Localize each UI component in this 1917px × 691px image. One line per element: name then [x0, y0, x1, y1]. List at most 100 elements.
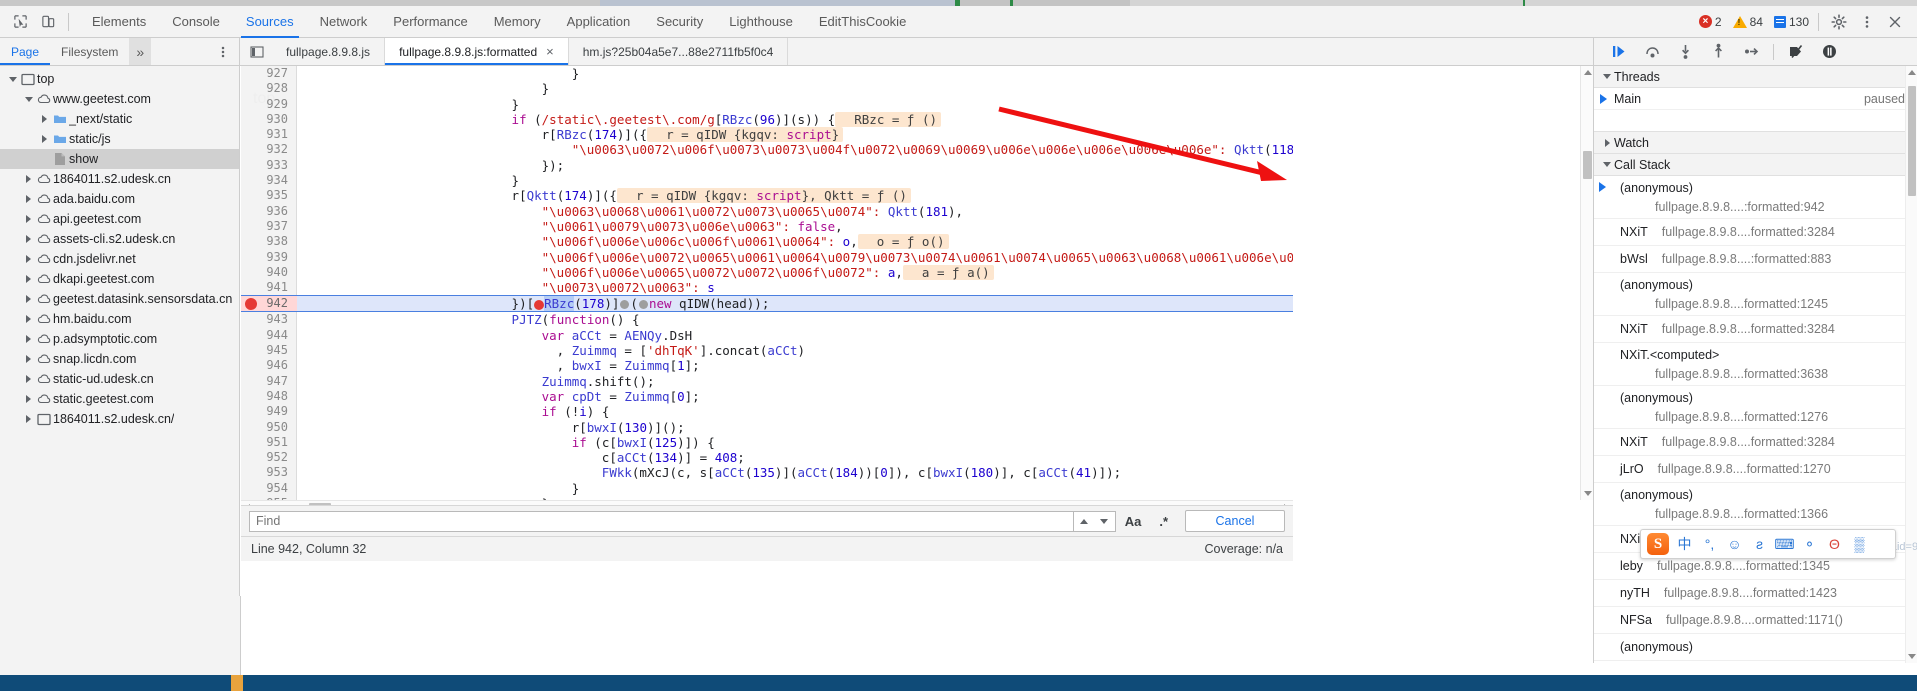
chevron-right-icon[interactable]	[22, 255, 35, 263]
coverage-status[interactable]: Coverage: n/a	[1204, 542, 1283, 556]
line-number[interactable]: 940	[241, 265, 297, 280]
code-line[interactable]: 939 "\u006f\u006e\u0072\u0065\u0061\u0064…	[241, 250, 1293, 265]
call-stack-row[interactable]: NXiT fullpage.8.9.8....formatted:3284	[1594, 316, 1917, 343]
deactivate-breakpoints-icon[interactable]	[1785, 41, 1807, 63]
tree-item-assets-cli-s2-udesk-cn[interactable]: assets-cli.s2.udesk.cn	[0, 229, 239, 249]
call-stack-row[interactable]: (anonymous) fullpage.8.9.8....formatted:1…	[1594, 273, 1917, 316]
code-line[interactable]: 947 Zuimmq.shift();	[241, 374, 1293, 389]
gear-icon[interactable]	[1825, 8, 1853, 36]
tab-elements[interactable]: Elements	[79, 6, 159, 38]
code-line[interactable]: 931 r[RBzc(174)]({ r = qIDW {kgqv: script…	[241, 127, 1293, 143]
line-number[interactable]: 941	[241, 280, 297, 295]
scrollbar-thumb[interactable]	[1908, 86, 1916, 196]
close-icon[interactable]: ×	[546, 44, 554, 59]
tree-item-static-js[interactable]: static/js	[0, 129, 239, 149]
navigator-more-tabs-icon[interactable]: »	[129, 38, 152, 65]
call-stack-row[interactable]: bWsl fullpage.8.9.8....:formatted:883	[1594, 246, 1917, 273]
code-line[interactable]: 935 r[Qktt(174)]({ r = qIDW {kgqv: script…	[241, 188, 1293, 204]
code-line[interactable]: 952 c[aCCt(134)] = 408;	[241, 450, 1293, 465]
chevron-right-icon[interactable]	[22, 375, 35, 383]
code-line[interactable]: 929}	[241, 97, 1293, 112]
tab-console[interactable]: Console	[159, 6, 233, 38]
chevron-down-icon[interactable]	[1100, 518, 1109, 524]
call-stack-row[interactable]: (anonymous)	[1594, 634, 1917, 661]
code-line[interactable]: 948 var cpDt = Zuimmq[0];	[241, 389, 1293, 404]
chinese-mode-icon[interactable]: 中	[1675, 535, 1694, 554]
fullwidth-punctuation-icon[interactable]: °,	[1700, 535, 1719, 554]
navigator-tab-filesystem[interactable]: Filesystem	[50, 38, 129, 65]
tab-network[interactable]: Network	[307, 6, 381, 38]
line-number[interactable]: 927	[241, 66, 297, 81]
match-case-button[interactable]: Aa	[1116, 514, 1151, 529]
chevron-right-icon[interactable]	[22, 295, 35, 303]
chevron-right-icon[interactable]	[22, 395, 35, 403]
code-line[interactable]: 945, Zuimmq = ['dhTqK'].concat(aCCt)	[241, 343, 1293, 358]
scroll-down-icon[interactable]	[1584, 491, 1592, 496]
source-code-editor[interactable]: top 927} 928} 929} 930 if (/static\.geetest\…	[241, 66, 1293, 500]
device-toolbar-icon[interactable]	[34, 8, 62, 36]
code-line-current[interactable]: 942})[RBzc(178)](new qIDW(head));	[241, 295, 1293, 313]
voice-input-icon[interactable]: ƨ	[1750, 535, 1769, 554]
tree-item-1864011-s2-udesk-cn-[interactable]: 1864011.s2.udesk.cn/	[0, 409, 239, 429]
scroll-up-icon[interactable]	[1584, 70, 1592, 75]
code-line[interactable]: 936 "\u0063\u0068\u0061\u0072\u0073\u0065…	[241, 204, 1293, 219]
call-stack-list[interactable]: (anonymous) fullpage.8.9.8....:formatted:…	[1594, 176, 1917, 661]
call-stack-row[interactable]: nyTH fullpage.8.9.8....formatted:1423	[1594, 580, 1917, 607]
chevron-down-icon[interactable]	[22, 96, 35, 102]
line-number[interactable]: 930	[241, 112, 297, 127]
line-number[interactable]: 946	[241, 358, 297, 373]
code-line[interactable]: 934}	[241, 173, 1293, 188]
regex-button[interactable]: .*	[1150, 514, 1177, 529]
line-number[interactable]: 943	[241, 312, 297, 327]
info-counter[interactable]: 130	[1773, 15, 1809, 29]
sogou-logo-icon[interactable]: S	[1647, 533, 1669, 555]
scrollbar-thumb[interactable]	[1583, 151, 1592, 179]
line-number[interactable]: 953	[241, 465, 297, 480]
tab-memory[interactable]: Memory	[481, 6, 554, 38]
tree-item--next-static[interactable]: _next/static	[0, 109, 239, 129]
code-line[interactable]: 927}	[241, 66, 1293, 81]
warning-counter[interactable]: 84	[1732, 15, 1763, 29]
chevron-up-icon[interactable]	[1079, 518, 1088, 524]
line-number[interactable]: 951	[241, 435, 297, 450]
code-line[interactable]: 950 r[bwxI(130)]();	[241, 420, 1293, 435]
tree-item-geetest-datasink-sensorsdata-cn[interactable]: geetest.datasink.sensorsdata.cn	[0, 289, 239, 309]
navigator-file-tree[interactable]: top www.geetest.com _next/static static/js s…	[0, 66, 240, 596]
step-into-next-function-call-icon[interactable]	[1674, 41, 1696, 63]
call-stack-row[interactable]: (anonymous) fullpage.8.9.8....formatted:1…	[1594, 386, 1917, 429]
code-line[interactable]: 954}	[241, 481, 1293, 496]
skin-icon[interactable]: Θ	[1825, 535, 1844, 554]
code-line[interactable]: 951 if (c[bwxI(125)]) {	[241, 435, 1293, 450]
sidebar-vertical-scrollbar[interactable]	[1905, 66, 1917, 663]
chevron-right-icon[interactable]	[22, 235, 35, 243]
tree-item-www-geetest-com[interactable]: www.geetest.com	[0, 89, 239, 109]
tab-lighthouse[interactable]: Lighthouse	[716, 6, 806, 38]
kebab-menu-icon[interactable]	[1853, 8, 1881, 36]
toolbox-icon[interactable]: ▒	[1850, 535, 1869, 554]
code-line[interactable]: 949 if (!i) {	[241, 404, 1293, 419]
chevron-right-icon[interactable]	[22, 275, 35, 283]
tree-item-show[interactable]: show	[0, 149, 239, 169]
section-header-watch[interactable]: Watch	[1594, 132, 1917, 154]
code-line[interactable]: 937 "\u0061\u0079\u0073\u006e\u0063": fal…	[241, 219, 1293, 234]
call-stack-row[interactable]: NXiT fullpage.8.9.8....formatted:3284	[1594, 429, 1917, 456]
line-number[interactable]: 952	[241, 450, 297, 465]
code-lines-container[interactable]: 927} 928} 929} 930 if (/static\.geetest\.com…	[241, 66, 1293, 500]
code-line[interactable]: 933});	[241, 158, 1293, 173]
source-tab-fullpage-formatted[interactable]: fullpage.8.9.8.js:formatted ×	[385, 38, 569, 65]
line-number[interactable]: 950	[241, 420, 297, 435]
tab-performance[interactable]: Performance	[380, 6, 480, 38]
line-number[interactable]: 955	[241, 496, 297, 500]
chevron-right-icon[interactable]	[38, 115, 51, 123]
call-stack-row[interactable]: (anonymous) fullpage.8.9.8....:formatted:…	[1594, 176, 1917, 219]
navigator-tab-page[interactable]: Page	[0, 38, 51, 65]
chevron-right-icon[interactable]	[22, 355, 35, 363]
step-icon[interactable]	[1740, 41, 1762, 63]
line-number[interactable]: 928	[241, 81, 297, 96]
line-number[interactable]: 936	[241, 204, 297, 219]
line-number[interactable]: 937	[241, 219, 297, 234]
breakpoint-icon[interactable]	[245, 298, 257, 311]
call-stack-row[interactable]: (anonymous) fullpage.8.9.8....formatted:1…	[1594, 483, 1917, 526]
code-line[interactable]: 943 PJTZ(function() {	[241, 312, 1293, 327]
line-number[interactable]: 929	[241, 97, 297, 112]
